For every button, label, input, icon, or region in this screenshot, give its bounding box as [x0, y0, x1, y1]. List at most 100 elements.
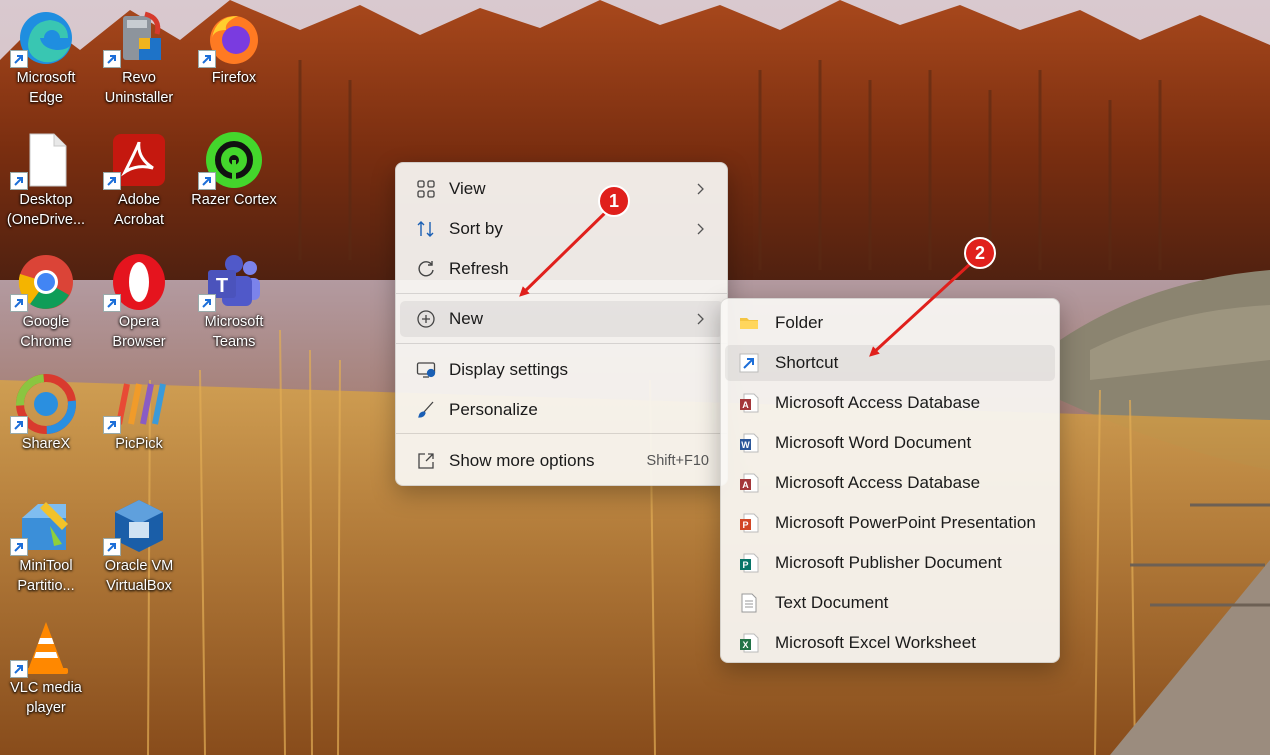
desktop-icon-revo-uninstaller[interactable]: Revo Uninstaller [93, 4, 185, 120]
share-more-icon [416, 451, 436, 471]
shortcut-arrow-icon [10, 172, 28, 190]
desktop-icon-label: Razer Cortex [191, 192, 277, 208]
desktop-icon-oracle-virtualbox[interactable]: Oracle VM VirtualBox [93, 492, 185, 608]
shortcut-arrow-icon [10, 538, 28, 556]
svg-text:T: T [216, 275, 228, 297]
svg-text:X: X [742, 640, 748, 650]
menu-item-new[interactable]: New [400, 301, 723, 337]
desktop-icon-vlc-media-player[interactable]: VLC media player [0, 614, 92, 730]
desktop-icon-label: MiniTool Partitio... [17, 558, 75, 594]
svg-text:A: A [742, 480, 749, 490]
grid-view-icon [416, 179, 436, 199]
menu-item-label: Sort by [449, 219, 503, 238]
desktop-icon-picpick[interactable]: PicPick [93, 370, 185, 486]
chevron-right-icon [695, 182, 705, 196]
shortcut-arrow-icon [10, 660, 28, 678]
refresh-icon [416, 259, 436, 279]
desktop-icon-google-chrome[interactable]: Google Chrome [0, 248, 92, 364]
submenu-item-folder[interactable]: Folder [725, 305, 1055, 341]
submenu-item-label: Microsoft Access Database [775, 473, 981, 492]
submenu-item-label: Microsoft Excel Worksheet [775, 633, 976, 652]
submenu-item-label: Shortcut [775, 353, 839, 372]
desktop-icon-desktop-onedrive[interactable]: Desktop (OneDrive... [0, 126, 92, 242]
desktop-icon-minitool-partition[interactable]: MiniTool Partitio... [0, 492, 92, 608]
desktop-icon-label: Opera Browser [112, 314, 166, 350]
desktop-context-menu: View Sort by Refresh New Display setting… [395, 162, 728, 486]
desktop-icon-opera-browser[interactable]: Opera Browser [93, 248, 185, 364]
submenu-item-shortcut[interactable]: Shortcut [725, 345, 1055, 381]
menu-item-refresh[interactable]: Refresh [400, 251, 723, 287]
menu-item-show-more-options[interactable]: Show more options Shift+F10 [400, 443, 723, 479]
new-submenu: Folder Shortcut A Microsoft Access Datab… [720, 298, 1060, 663]
submenu-item-excel-worksheet[interactable]: X Microsoft Excel Worksheet [725, 625, 1055, 661]
display-settings-icon [416, 360, 436, 380]
sort-icon [416, 219, 436, 239]
submenu-item-powerpoint-presentation[interactable]: P Microsoft PowerPoint Presentation [725, 505, 1055, 541]
folder-icon [739, 313, 759, 333]
svg-text:P: P [742, 560, 748, 570]
svg-text:W: W [741, 440, 750, 450]
shortcut-arrow-icon [103, 538, 121, 556]
menu-item-label: New [449, 309, 484, 328]
submenu-item-label: Text Document [775, 593, 889, 612]
desktop-icon-microsoft-edge[interactable]: Microsoft Edge [0, 4, 92, 120]
shortcut-arrow-icon [10, 416, 28, 434]
publisher-icon: P [739, 553, 759, 573]
access-icon: A [739, 393, 759, 413]
menu-item-personalize[interactable]: Personalize [400, 392, 723, 428]
menu-separator [396, 293, 727, 294]
shortcut-arrow-icon [103, 416, 121, 434]
desktop-icon-firefox[interactable]: Firefox [188, 4, 280, 120]
desktop-icon-label: PicPick [115, 436, 163, 452]
shortcut-arrow-icon [198, 172, 216, 190]
shortcut-arrow-icon [10, 50, 28, 68]
desktop-icon-sharex[interactable]: ShareX [0, 370, 92, 486]
menu-item-label: Refresh [449, 259, 509, 278]
submenu-item-label: Microsoft Publisher Document [775, 553, 1002, 572]
desktop-icon-razer-cortex[interactable]: Razer Cortex [188, 126, 280, 242]
submenu-item-access-database[interactable]: A Microsoft Access Database [725, 385, 1055, 421]
desktop-icon-label: Firefox [211, 70, 257, 86]
shortcut-arrow-icon [10, 294, 28, 312]
svg-text:A: A [742, 400, 749, 410]
access-icon: A [739, 473, 759, 493]
menu-item-view[interactable]: View [400, 171, 723, 207]
desktop-icon-label: Adobe Acrobat [114, 192, 164, 228]
menu-item-label: Display settings [449, 360, 569, 379]
desktop-icon-label: Microsoft Teams [204, 314, 264, 350]
desktop-icon-label: Google Chrome [20, 314, 72, 350]
text-document-icon [739, 593, 759, 613]
menu-item-sort-by[interactable]: Sort by [400, 211, 723, 247]
shortcut-icon [739, 353, 759, 373]
powerpoint-icon: P [739, 513, 759, 533]
word-icon: W [739, 433, 759, 453]
desktop-icon-microsoft-teams[interactable]: T Microsoft Teams [188, 248, 280, 364]
menu-item-label: Show more options [449, 451, 595, 470]
excel-icon: X [739, 633, 759, 653]
shortcut-arrow-icon [103, 294, 121, 312]
shortcut-arrow-icon [198, 294, 216, 312]
submenu-item-label: Microsoft Access Database [775, 393, 981, 412]
brush-icon [416, 400, 436, 420]
desktop-icon-label: Desktop (OneDrive... [6, 192, 86, 228]
submenu-item-access-database-2[interactable]: A Microsoft Access Database [725, 465, 1055, 501]
desktop-icon-label: Microsoft Edge [16, 70, 76, 106]
keyboard-shortcut-text: Shift+F10 [646, 453, 709, 469]
submenu-item-publisher-document[interactable]: P Microsoft Publisher Document [725, 545, 1055, 581]
shortcut-arrow-icon [103, 50, 121, 68]
submenu-item-text-document[interactable]: Text Document [725, 585, 1055, 621]
desktop-icon-adobe-acrobat[interactable]: Adobe Acrobat [93, 126, 185, 242]
menu-item-label: View [449, 179, 486, 198]
shortcut-arrow-icon [103, 172, 121, 190]
menu-separator [396, 433, 727, 434]
plus-circle-icon [416, 309, 436, 329]
shortcut-arrow-icon [198, 50, 216, 68]
svg-text:P: P [742, 520, 748, 530]
menu-separator [396, 343, 727, 344]
desktop-icon-label: Oracle VM VirtualBox [104, 558, 174, 594]
submenu-item-label: Folder [775, 313, 824, 332]
desktop-icon-label: VLC media player [10, 680, 82, 716]
menu-item-display-settings[interactable]: Display settings [400, 352, 723, 388]
submenu-item-label: Microsoft PowerPoint Presentation [775, 513, 1036, 532]
submenu-item-word-document[interactable]: W Microsoft Word Document [725, 425, 1055, 461]
